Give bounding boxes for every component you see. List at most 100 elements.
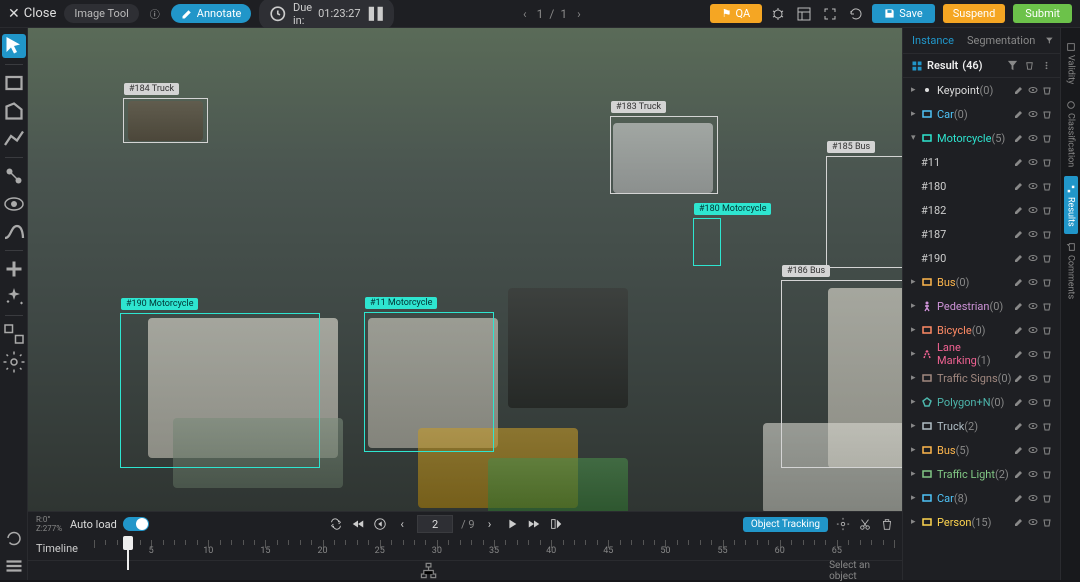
tree-category[interactable]: ▸Bicycle(0) bbox=[903, 318, 1060, 342]
tree-trash-icon[interactable] bbox=[1042, 517, 1052, 527]
frame-input[interactable] bbox=[417, 515, 453, 533]
track-gear-icon[interactable] bbox=[836, 517, 850, 531]
autoload-toggle[interactable] bbox=[123, 517, 149, 531]
tree-category[interactable]: ▸Pedestrian(0) bbox=[903, 294, 1060, 318]
tree-trash-icon[interactable] bbox=[1042, 349, 1052, 359]
tree-eye-icon[interactable] bbox=[1028, 181, 1038, 191]
tree-eye-icon[interactable] bbox=[1028, 493, 1038, 503]
tree-edit-icon[interactable] bbox=[1014, 277, 1024, 287]
tree-trash-icon[interactable] bbox=[1042, 445, 1052, 455]
tree-trash-icon[interactable] bbox=[1042, 133, 1052, 143]
next-frame-icon[interactable]: › bbox=[483, 517, 497, 531]
tree-edit-icon[interactable] bbox=[1014, 109, 1024, 119]
rewind-icon[interactable] bbox=[351, 517, 365, 531]
tree-eye-icon[interactable] bbox=[1028, 253, 1038, 263]
polyline-tool[interactable] bbox=[2, 127, 26, 151]
step-fwd-icon[interactable] bbox=[549, 517, 563, 531]
gear-tool[interactable] bbox=[2, 350, 26, 374]
tree-eye-icon[interactable] bbox=[1028, 109, 1038, 119]
tree-category[interactable]: ▸Car(0) bbox=[903, 102, 1060, 126]
tree-edit-icon[interactable] bbox=[1014, 349, 1024, 359]
tree-trash-icon[interactable] bbox=[1042, 325, 1052, 335]
tab-segmentation[interactable]: Segmentation bbox=[964, 34, 1035, 47]
tree-category[interactable]: ▸Person(15) bbox=[903, 510, 1060, 534]
tree-eye-icon[interactable] bbox=[1028, 349, 1038, 359]
tree-instance[interactable]: #182 bbox=[903, 198, 1060, 222]
step-back-icon[interactable] bbox=[373, 517, 387, 531]
tab-instance[interactable]: Instance bbox=[909, 34, 954, 47]
timeline-select[interactable]: Select an object bbox=[829, 560, 894, 582]
timeline-playhead[interactable] bbox=[123, 536, 133, 550]
submit-button[interactable]: Submit bbox=[1013, 4, 1072, 23]
tree-edit-icon[interactable] bbox=[1014, 157, 1024, 167]
visibility-tool[interactable] bbox=[2, 192, 26, 216]
tree-trash-icon[interactable] bbox=[1042, 109, 1052, 119]
tree-eye-icon[interactable] bbox=[1028, 445, 1038, 455]
tree-trash-icon[interactable] bbox=[1042, 469, 1052, 479]
tree-eye-icon[interactable] bbox=[1028, 325, 1038, 335]
group-tool[interactable] bbox=[2, 322, 26, 346]
result-delete-icon[interactable] bbox=[1024, 60, 1035, 71]
tree-edit-icon[interactable] bbox=[1014, 85, 1024, 95]
tree-edit-icon[interactable] bbox=[1014, 325, 1024, 335]
tree-trash-icon[interactable] bbox=[1042, 205, 1052, 215]
fullscreen-icon[interactable] bbox=[822, 6, 838, 22]
tree-edit-icon[interactable] bbox=[1014, 253, 1024, 263]
tree-trash-icon[interactable] bbox=[1042, 421, 1052, 431]
pause-icon[interactable] bbox=[367, 5, 385, 23]
tree-eye-icon[interactable] bbox=[1028, 85, 1038, 95]
refresh-icon[interactable] bbox=[848, 6, 864, 22]
rail-validity[interactable]: Validity bbox=[1066, 34, 1076, 92]
result-more-icon[interactable] bbox=[1041, 60, 1052, 71]
play-icon[interactable] bbox=[505, 517, 519, 531]
rect-tool[interactable] bbox=[2, 71, 26, 95]
pager-prev[interactable]: ‹ bbox=[519, 7, 531, 21]
tree-eye-icon[interactable] bbox=[1028, 205, 1038, 215]
tree-edit-icon[interactable] bbox=[1014, 133, 1024, 143]
prev-frame-icon[interactable]: ‹ bbox=[395, 517, 409, 531]
tree-instance[interactable]: #187 bbox=[903, 222, 1060, 246]
tree-eye-icon[interactable] bbox=[1028, 133, 1038, 143]
track-delete-icon[interactable] bbox=[880, 517, 894, 531]
pager-next[interactable]: › bbox=[573, 7, 585, 21]
tree-edit-icon[interactable] bbox=[1014, 373, 1024, 383]
rotation-info[interactable] bbox=[2, 526, 26, 550]
rail-classification[interactable]: Classification bbox=[1066, 92, 1076, 175]
track-cut-icon[interactable] bbox=[858, 517, 872, 531]
tree-category[interactable]: ▸Keypoint(0) bbox=[903, 78, 1060, 102]
tree-category[interactable]: ▸Bus(5) bbox=[903, 438, 1060, 462]
tree-trash-icon[interactable] bbox=[1042, 229, 1052, 239]
close-button[interactable]: ✕ Close bbox=[8, 6, 56, 22]
tree-eye-icon[interactable] bbox=[1028, 229, 1038, 239]
magic-tool[interactable] bbox=[2, 285, 26, 309]
tree-instance[interactable]: #180 bbox=[903, 174, 1060, 198]
tree-eye-icon[interactable] bbox=[1028, 301, 1038, 311]
menu-tool[interactable] bbox=[2, 554, 26, 578]
polygon-tool[interactable] bbox=[2, 99, 26, 123]
tree-category[interactable]: ▸Polygon+N(0) bbox=[903, 390, 1060, 414]
tree-eye-icon[interactable] bbox=[1028, 277, 1038, 287]
tree-eye-icon[interactable] bbox=[1028, 373, 1038, 383]
save-button[interactable]: Save bbox=[872, 4, 935, 23]
tree-edit-icon[interactable] bbox=[1014, 493, 1024, 503]
tree-eye-icon[interactable] bbox=[1028, 157, 1038, 167]
tree-trash-icon[interactable] bbox=[1042, 85, 1052, 95]
cursor-tool[interactable] bbox=[2, 34, 26, 58]
fastforward-icon[interactable] bbox=[527, 517, 541, 531]
tree-edit-icon[interactable] bbox=[1014, 181, 1024, 191]
tree-edit-icon[interactable] bbox=[1014, 301, 1024, 311]
tree-category[interactable]: ▸Bus(0) bbox=[903, 270, 1060, 294]
tool-pill[interactable]: Image Tool bbox=[64, 4, 138, 23]
tree-edit-icon[interactable] bbox=[1014, 517, 1024, 527]
result-tree[interactable]: ▸Keypoint(0)▸Car(0)▾Motorcycle(5)#11#180… bbox=[903, 78, 1060, 580]
tree-trash-icon[interactable] bbox=[1042, 397, 1052, 407]
tree-edit-icon[interactable] bbox=[1014, 445, 1024, 455]
curve-tool[interactable] bbox=[2, 220, 26, 244]
annotate-button[interactable]: Annotate bbox=[171, 4, 252, 23]
timeline-ruler[interactable]: 5101520253035404550556065 bbox=[94, 536, 894, 560]
tree-eye-icon[interactable] bbox=[1028, 397, 1038, 407]
rail-results[interactable]: Results bbox=[1064, 176, 1078, 235]
bug-icon[interactable] bbox=[770, 6, 786, 22]
tree-category[interactable]: ▸Lane Marking(1) bbox=[903, 342, 1060, 366]
tree-trash-icon[interactable] bbox=[1042, 373, 1052, 383]
